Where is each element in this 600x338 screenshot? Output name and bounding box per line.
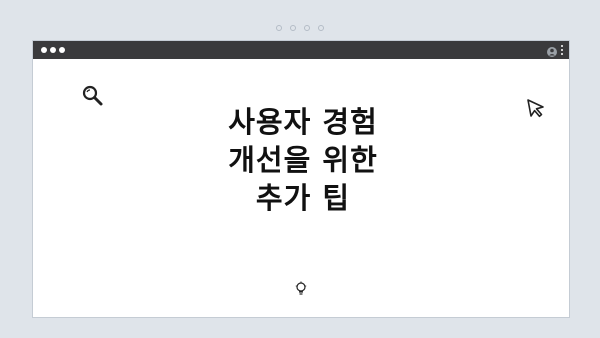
dot-icon — [290, 25, 296, 31]
close-dot-icon[interactable] — [41, 47, 47, 53]
minimize-dot-icon[interactable] — [50, 47, 56, 53]
user-icon[interactable] — [547, 43, 557, 57]
search-icon — [81, 84, 105, 108]
title-line-3: 추가 팁 — [255, 181, 351, 215]
top-dots-decoration — [0, 25, 600, 31]
window-controls — [41, 47, 65, 53]
cursor-arrow-icon — [525, 97, 547, 119]
lightbulb-icon — [295, 281, 307, 297]
dot-icon — [318, 25, 324, 31]
title-line-2: 개선을 위한 — [228, 143, 378, 177]
kebab-menu-icon[interactable] — [561, 43, 563, 55]
titlebar-actions — [547, 43, 563, 57]
page-title: 사용자 경험 개선을 위한 추가 팁 — [153, 103, 453, 217]
window-titlebar — [33, 41, 569, 59]
dot-icon — [304, 25, 310, 31]
browser-window: 사용자 경험 개선을 위한 추가 팁 — [32, 40, 570, 318]
maximize-dot-icon[interactable] — [59, 47, 65, 53]
dot-icon — [276, 25, 282, 31]
canvas: 사용자 경험 개선을 위한 추가 팁 — [0, 0, 600, 338]
title-line-1: 사용자 경험 — [228, 105, 378, 139]
